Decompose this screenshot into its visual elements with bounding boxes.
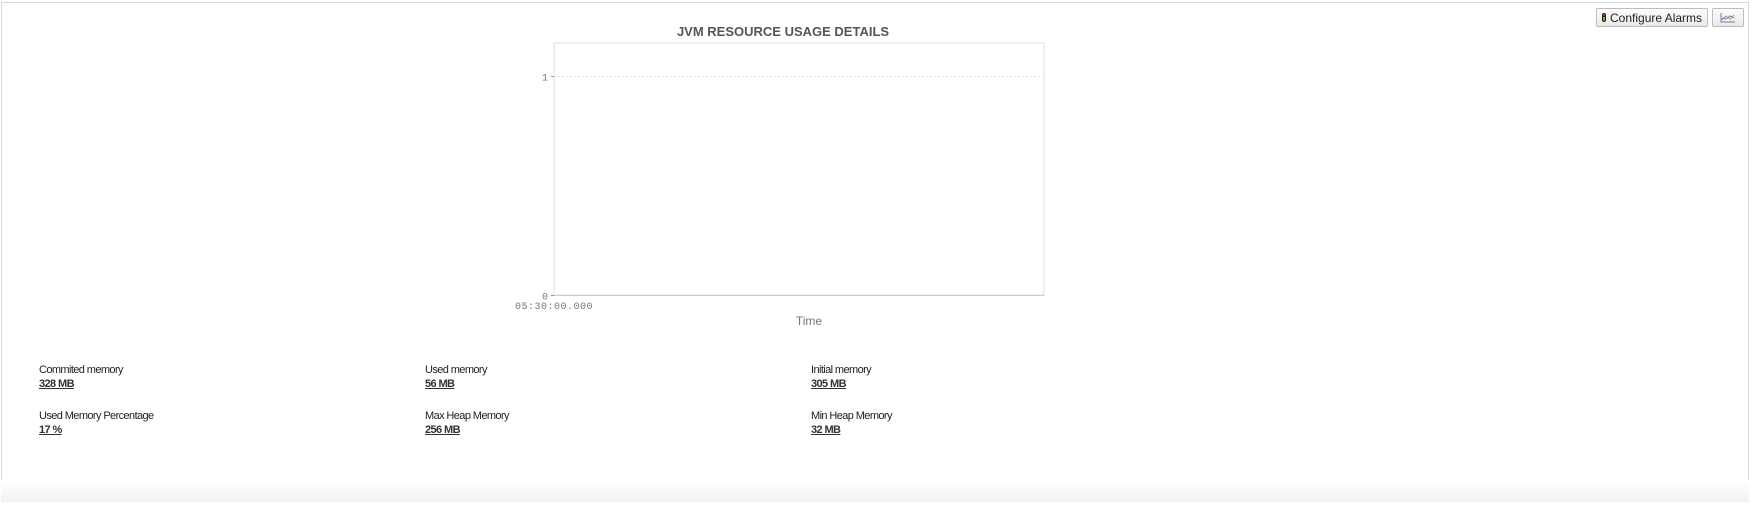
metric-value-link[interactable]: 32 MB (811, 424, 892, 436)
x-axis-label: Time (796, 314, 823, 328)
metric-value-link[interactable]: 328 MB (39, 378, 123, 390)
y-tick-label: 1 (542, 74, 548, 85)
chart-area: 0105:30:00.000Time (515, 42, 1045, 328)
metric-item: Initial memory 305 MB (811, 364, 872, 390)
metric-label: Min Heap Memory (811, 410, 892, 422)
metric-item: Used memory 56 MB (425, 364, 487, 390)
metric-label: Used Memory Percentage (39, 410, 154, 422)
metric-label: Used memory (425, 364, 487, 376)
metric-item: Max Heap Memory 256 MB (425, 410, 510, 436)
plot-area (553, 42, 1045, 296)
metric-item: Used Memory Percentage 17 % (39, 410, 154, 436)
metric-value-link[interactable]: 305 MB (811, 378, 871, 390)
panel-footer-gradient (1, 480, 1749, 502)
metric-item: Commited memory 328 MB (39, 364, 124, 390)
metric-item: Min Heap Memory 32 MB (811, 410, 892, 436)
metric-value-link[interactable]: 56 MB (425, 378, 487, 390)
metric-label: Max Heap Memory (425, 410, 510, 422)
metric-value-link[interactable]: 17 % (39, 424, 154, 436)
metric-label: Commited memory (39, 364, 124, 376)
metric-value-link[interactable]: 256 MB (425, 424, 509, 436)
metric-label: Initial memory (811, 364, 872, 376)
x-tick-label: 05:30:00.000 (515, 302, 593, 313)
